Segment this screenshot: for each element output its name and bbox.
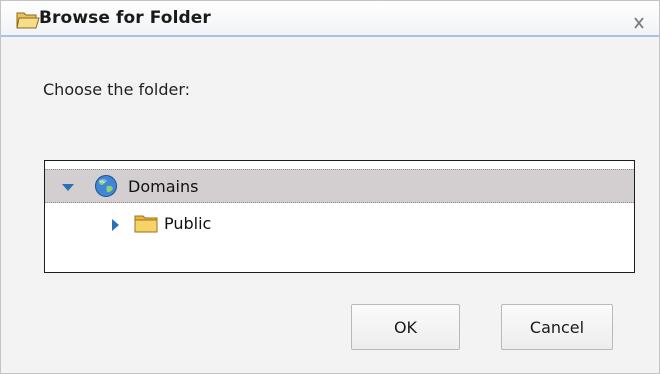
tree-node-domains[interactable]: Domains <box>45 169 634 203</box>
close-icon[interactable] <box>629 9 649 31</box>
folder-icon <box>134 212 158 238</box>
choose-folder-prompt: Choose the folder: <box>43 80 191 99</box>
collapsed-arrow-icon[interactable] <box>109 217 123 231</box>
open-folder-icon <box>16 9 40 30</box>
browse-for-folder-dialog: Browse for Folder Choose the folder: Dom… <box>0 0 660 374</box>
dialog-title: Browse for Folder <box>39 8 211 28</box>
cancel-button[interactable]: Cancel <box>501 304 613 350</box>
expanded-arrow-icon[interactable] <box>61 180 75 194</box>
tree-node-public[interactable]: Public <box>45 206 634 242</box>
folder-tree[interactable]: Domains Public <box>44 160 635 273</box>
globe-icon <box>94 174 118 202</box>
tree-node-label: Public <box>164 214 212 233</box>
ok-button[interactable]: OK <box>351 304 460 350</box>
title-bar[interactable]: Browse for Folder <box>1 1 659 37</box>
tree-node-label: Domains <box>128 177 199 196</box>
